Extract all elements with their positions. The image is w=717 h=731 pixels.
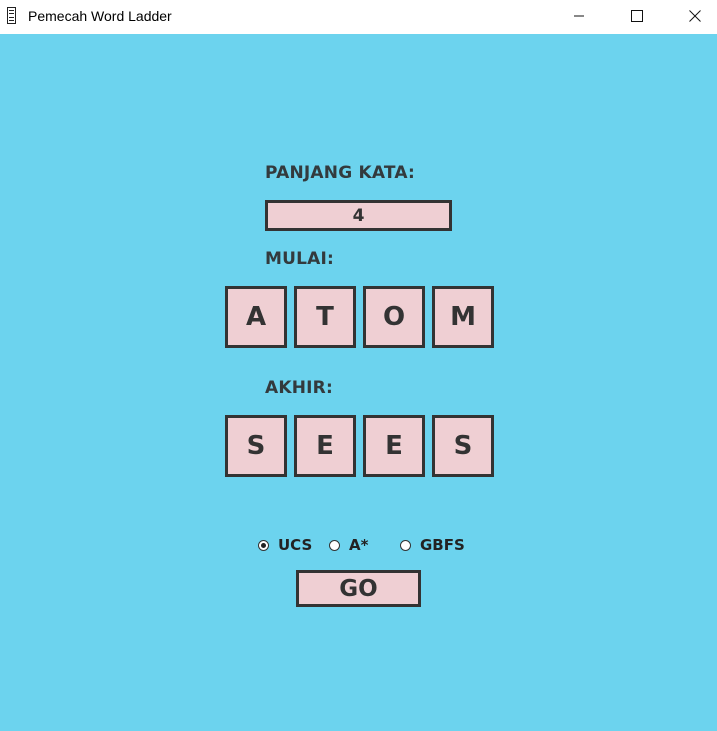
start-letter-box[interactable]: T <box>294 286 356 348</box>
radio-button-astar[interactable] <box>329 539 340 551</box>
close-button[interactable] <box>672 0 717 32</box>
radio-button-gbfs[interactable] <box>400 539 411 551</box>
end-letter-box[interactable]: S <box>432 415 494 477</box>
end-letter-box[interactable]: E <box>294 415 356 477</box>
app-window: Pemecah Word Ladder PANJANG KATA: 4 MULA… <box>0 0 717 731</box>
word-length-field[interactable]: 4 <box>265 200 452 231</box>
radio-selected-dot <box>261 542 266 548</box>
radio-label-gbfs: GBFS <box>420 536 465 554</box>
end-letter-box[interactable]: S <box>225 415 287 477</box>
title-bar: Pemecah Word Ladder <box>0 0 717 34</box>
minimize-icon <box>574 15 584 17</box>
radio-astar[interactable]: A* <box>329 535 368 555</box>
radio-gbfs[interactable]: GBFS <box>400 535 465 555</box>
radio-label-astar: A* <box>349 536 369 554</box>
end-word-row: S E E S <box>225 415 494 477</box>
close-icon <box>689 10 701 22</box>
window-title: Pemecah Word Ladder <box>28 8 172 24</box>
radio-ucs[interactable]: UCS <box>258 535 312 555</box>
start-letter-box[interactable]: M <box>432 286 494 348</box>
app-icon <box>7 7 16 24</box>
end-letter-box[interactable]: E <box>363 415 425 477</box>
radio-label-ucs: UCS <box>278 536 313 554</box>
start-label: MULAI: <box>265 249 335 269</box>
start-word-row: A T O M <box>225 286 494 348</box>
end-label: AKHIR: <box>265 378 333 398</box>
word-length-label: PANJANG KATA: <box>265 163 416 183</box>
start-letter-box[interactable]: O <box>363 286 425 348</box>
radio-button-ucs[interactable] <box>258 539 269 551</box>
maximize-button[interactable] <box>614 0 660 32</box>
minimize-button[interactable] <box>556 0 602 32</box>
maximize-icon <box>631 10 643 22</box>
start-letter-box[interactable]: A <box>225 286 287 348</box>
go-button[interactable]: GO <box>296 570 421 607</box>
